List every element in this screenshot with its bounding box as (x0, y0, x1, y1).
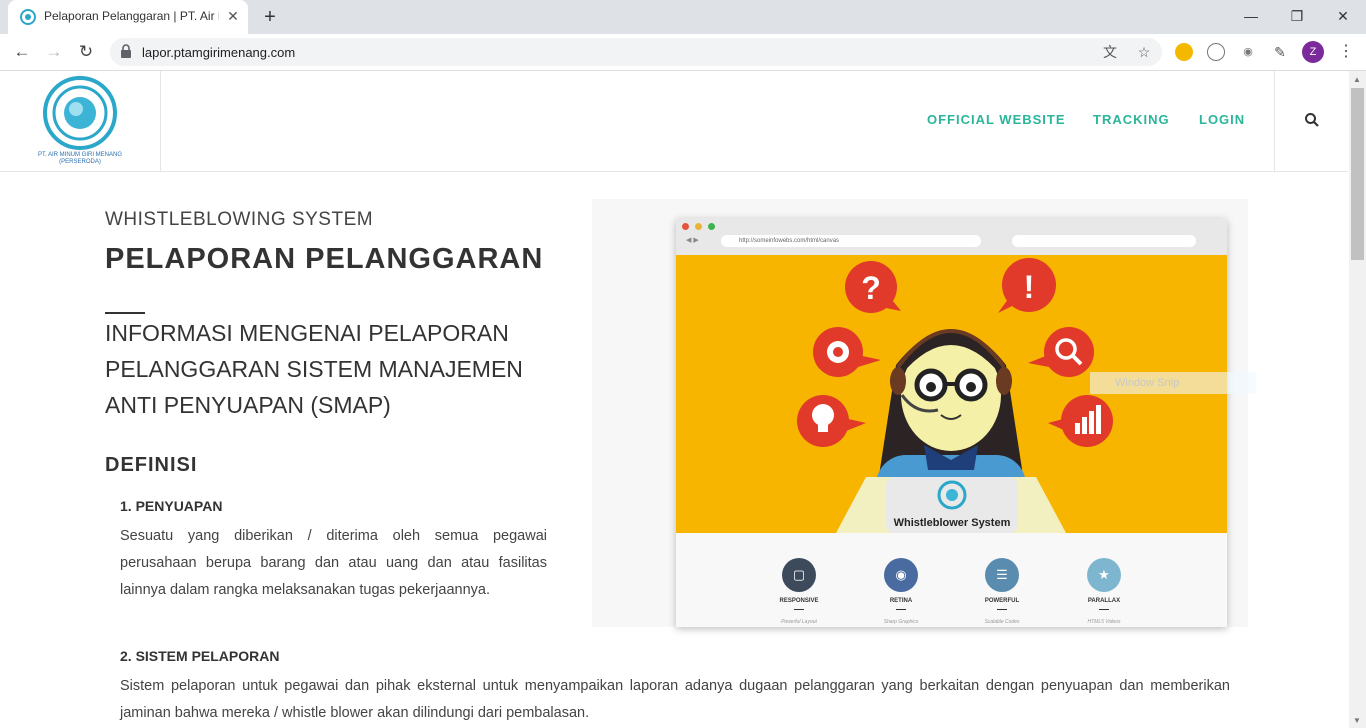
window-minimize-button[interactable]: — (1238, 4, 1264, 28)
extensions-puzzle-icon[interactable]: ✎ (1271, 43, 1289, 61)
definition-title-sistem-pelaporan: 2. SISTEM PELAPORAN (120, 648, 280, 664)
illustration-search-bar (1012, 235, 1196, 247)
site-favicon-icon (20, 9, 36, 25)
definition-title-penyuapan: 1. PENYUAPAN (120, 498, 223, 514)
gear-bubble-icon (813, 327, 881, 377)
layers-icon: ☰ (985, 558, 1019, 592)
logo-text: PT. AIR MINUM GIRI MENANG (PERSERODA) (37, 152, 122, 165)
feature-sub: Powerful Layout (781, 619, 817, 625)
star-icon: ★ (1087, 558, 1121, 592)
illustration-browser-bar: ◀ ▶ http://someinfowebs.com/html/canvas (676, 218, 1227, 255)
search-button[interactable] (1274, 71, 1349, 171)
illustration-url: http://someinfowebs.com/html/canvas (721, 235, 981, 247)
monitor-icon: ▢ (782, 558, 816, 592)
page-scrollbar[interactable]: ▲ ▼ (1349, 71, 1366, 728)
lock-icon (121, 44, 131, 58)
window-snip-overlay: Window Snip (1090, 372, 1256, 394)
window-restore-button[interactable]: ❐ (1284, 4, 1310, 28)
illustration-features: ▢ RESPONSIVE Powerful Layout ◉ RETINA Sh… (676, 533, 1227, 627)
nav-login[interactable]: LOGIN (1199, 112, 1245, 127)
illustration-screen-label: Whistleblower System (893, 517, 1011, 529)
logo[interactable]: PT. AIR MINUM GIRI MENANG (PERSERODA) (0, 71, 161, 171)
whistleblower-illustration: ◀ ▶ http://someinfowebs.com/html/canvas … (676, 218, 1227, 627)
svg-text:?: ? (861, 270, 881, 306)
title-divider (105, 312, 145, 314)
search-icon (1305, 113, 1319, 127)
extension-circle-icon[interactable] (1207, 43, 1225, 61)
url-text: lapor.ptamgirimenang.com (142, 45, 296, 60)
browser-toolbar: ← → ↻ lapor.ptamgirimenang.com 文 ☆ ◉ ✎ Z… (0, 34, 1366, 71)
bookmark-star-icon[interactable]: ☆ (1134, 42, 1154, 62)
profile-avatar[interactable]: Z (1302, 41, 1324, 63)
window-close-button[interactable]: ✕ (1330, 4, 1356, 28)
lightbulb-bubble-icon (797, 395, 866, 447)
definition-text-penyuapan: Sesuatu yang diberikan / diterima oleh s… (120, 528, 547, 598)
feature-dash (896, 609, 906, 610)
operator-character-illustration: ? ! (797, 258, 1113, 533)
exclamation-bubble-icon: ! (998, 258, 1056, 313)
illustration-nav-arrows-icon: ◀ ▶ (686, 237, 699, 244)
new-tab-button[interactable]: + (258, 5, 282, 29)
nav-official-website[interactable]: OFFICIAL WEBSITE (927, 112, 1066, 127)
menu-kebab-icon[interactable]: ⋮ (1334, 40, 1358, 64)
tab-title: Pelaporan Pelanggaran | PT. Air Minum Gi… (44, 9, 219, 23)
scroll-down-arrow-icon[interactable]: ▼ (1353, 716, 1361, 725)
feature-label: POWERFUL (984, 598, 1020, 604)
hero-eyebrow: WHISTLEBLOWING SYSTEM (105, 209, 374, 230)
definition-text-sistem-pelaporan: Sistem pelaporan untuk pegawai dan pihak… (120, 678, 1230, 721)
feature-sub: HTML5 Videos (1087, 619, 1121, 625)
tab-close-icon[interactable]: ✕ (224, 7, 242, 25)
extension-globe-icon[interactable]: ◉ (1239, 43, 1257, 61)
back-arrow-icon[interactable]: ← (10, 40, 34, 64)
illustration-green-dot-icon (708, 223, 715, 230)
svg-text:!: ! (1024, 269, 1035, 305)
scroll-thumb[interactable] (1351, 88, 1364, 260)
eye-icon: ◉ (884, 558, 918, 592)
feature-dash (997, 609, 1007, 610)
illustration-yellow-dot-icon (695, 223, 702, 230)
chart-bubble-icon (1048, 395, 1113, 447)
site-header: PT. AIR MINUM GIRI MENANG (PERSERODA) OF… (0, 71, 1348, 172)
address-bar[interactable]: lapor.ptamgirimenang.com 文 ☆ (110, 38, 1162, 66)
feature-sub: Scalable Codes (984, 619, 1020, 625)
feature-dash (1099, 609, 1109, 610)
translate-icon[interactable]: 文 (1100, 42, 1120, 62)
page-title: PELAPORAN PELANGGARAN (105, 243, 544, 275)
hero-subtitle: INFORMASI MENGENAI PELAPORAN PELANGGARAN… (105, 320, 523, 418)
extension-coin-icon[interactable] (1175, 43, 1193, 61)
definisi-heading: DEFINISI (105, 454, 198, 476)
illustration-scene: ? ! (676, 255, 1227, 533)
question-bubble-icon: ? (845, 261, 901, 313)
feature-sub: Sharp Graphics (883, 619, 919, 625)
illustration-red-dot-icon (682, 223, 689, 230)
forward-arrow-icon[interactable]: → (42, 40, 66, 64)
feature-label: RESPONSIVE (779, 598, 819, 604)
logo-swirl-icon (43, 76, 117, 150)
nav-tracking[interactable]: TRACKING (1093, 112, 1170, 127)
feature-dash (794, 609, 804, 610)
browser-tab-bar: Pelaporan Pelanggaran | PT. Air Minum Gi… (0, 0, 1366, 34)
feature-label: PARALLAX (1087, 598, 1121, 604)
feature-label: RETINA (889, 598, 913, 604)
magnifier-bubble-icon (1028, 327, 1094, 377)
scroll-up-arrow-icon[interactable]: ▲ (1353, 75, 1361, 84)
reload-icon[interactable]: ↻ (74, 40, 98, 64)
browser-tab[interactable]: Pelaporan Pelanggaran | PT. Air Minum Gi… (8, 0, 248, 34)
